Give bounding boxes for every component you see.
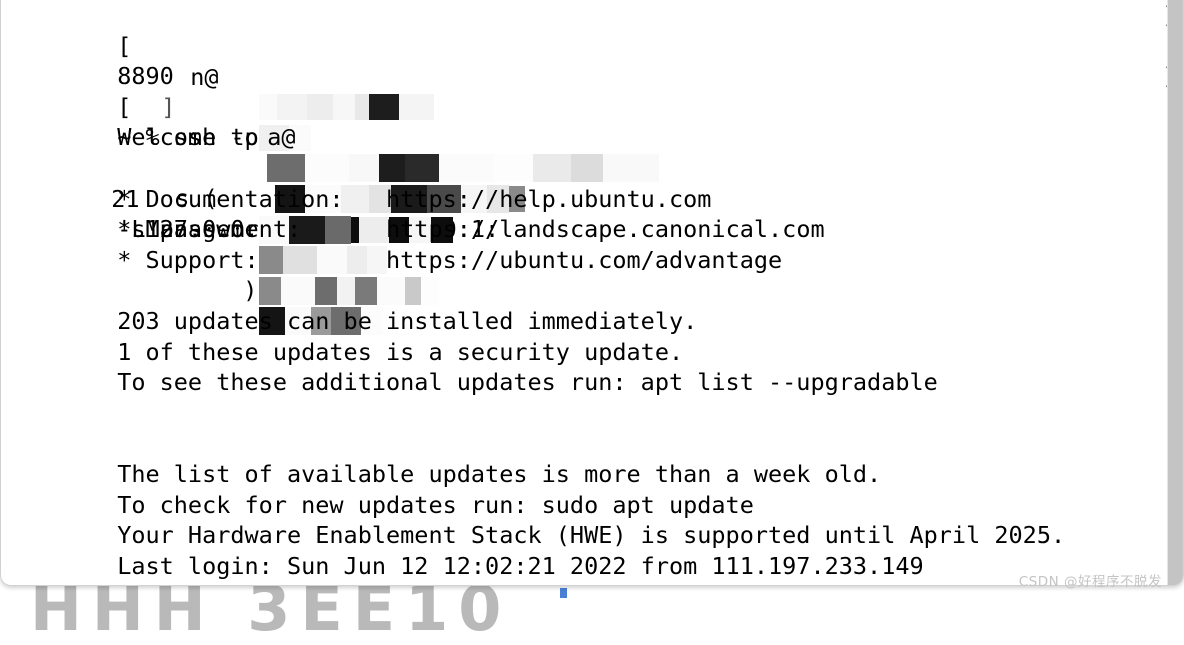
visible-fragment-user: a@	[267, 124, 295, 150]
bracket-close: ]	[161, 94, 175, 120]
backdrop-accent-mark	[560, 588, 567, 598]
terminal-line-updates-hint: To see these additional updates run: apt…	[4, 337, 1065, 368]
visible-fragment-user: n@	[190, 64, 218, 90]
terminal-line-motd-documentation: * Documentation: https://help.ubuntu.com	[4, 153, 1065, 184]
terminal-scrollbar-thumb[interactable]	[1168, 0, 1182, 586]
terminal-scrollbar-track[interactable]	[1167, 0, 1183, 586]
csdn-watermark: CSDN @好程序不脱发	[1019, 570, 1162, 590]
terminal-line-hwe-support: Your Hardware Enablement Stack (HWE) is …	[4, 490, 1065, 521]
terminal-blank-line	[4, 367, 1065, 398]
terminal-line-motd-management: * Management: https://landscape.canonica…	[4, 184, 1065, 215]
terminal-output-area[interactable]: [ n@ ] ~ % ssh -p 21 -L127.0.0.1:8893:	[1, 0, 1169, 586]
terminal-line-last-login: Last login: Sun Jun 12 12:02:21 2022 fro…	[4, 520, 1065, 551]
terminal-line-updates-check: To check for new updates run: sudo apt u…	[4, 459, 1065, 490]
terminal-blank-line	[4, 398, 1065, 429]
backdrop-headline-text: HHH 3EE10	[30, 578, 511, 640]
visible-fragment-s-paren: s (	[175, 185, 217, 211]
terminal-line-port-wrap: 8890	[4, 31, 1065, 62]
conda-env-label: (base)	[117, 582, 202, 586]
visible-fragment-port: 21	[111, 186, 139, 212]
visible-fragment-paren-close: )	[243, 277, 257, 303]
terminal-line-updates-security: 1 of these updates is a security update.	[4, 306, 1065, 337]
terminal-blank-line	[4, 122, 1065, 153]
terminal-line-ssh-command: [ n@ ] ~ % ssh -p 21 -L127.0.0.1:8893:	[4, 0, 1065, 31]
terminal-blank-line	[4, 245, 1065, 276]
terminal-prompt-line[interactable]: (base) a@ :~$	[4, 551, 1065, 582]
terminal-window: [ n@ ] ~ % ssh -p 21 -L127.0.0.1:8893:	[0, 0, 1184, 586]
terminal-line-updates-stale: The list of available updates is more th…	[4, 428, 1065, 459]
terminal-line-password-prompt: [ a@ 's password: ]	[4, 61, 1065, 92]
terminal-line-updates-count: 203 updates can be installed immediately…	[4, 275, 1065, 306]
terminal-line-motd-support: * Support: https://ubuntu.com/advantage	[4, 214, 1065, 245]
